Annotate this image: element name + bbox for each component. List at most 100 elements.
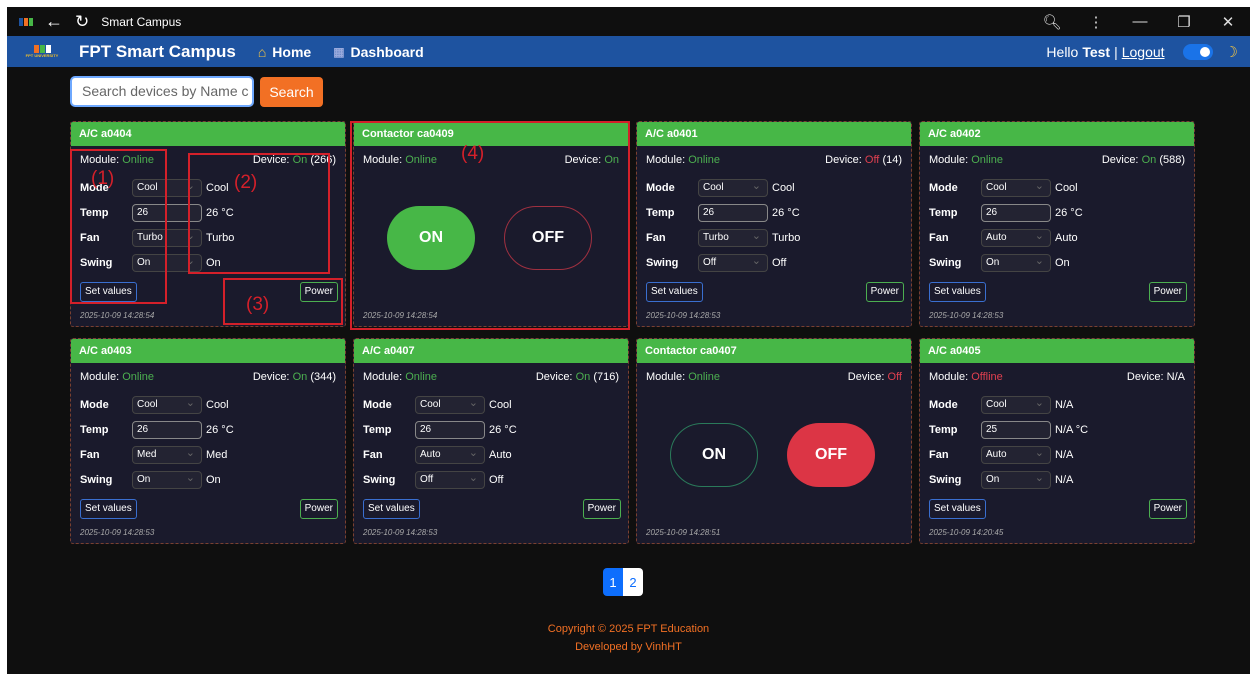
set-values-button[interactable]: Set values — [929, 499, 986, 519]
status-row: Module: Online Device: On (344) — [80, 371, 336, 383]
device-card: A/C a0401 Module: Online Device: Off (14) M… — [636, 121, 912, 327]
device-status-value: On — [292, 371, 308, 383]
mode-value: N/A — [1055, 399, 1074, 411]
power-button[interactable]: Power — [865, 282, 904, 302]
device-status-value: Off — [864, 154, 880, 166]
module-status: Module: Online — [929, 154, 1003, 166]
set-values-button[interactable]: Set values — [929, 282, 986, 302]
search-button[interactable]: Search — [260, 77, 323, 107]
fpt-logo[interactable]: FPT UNIVERSITY — [17, 38, 67, 66]
mode-select[interactable]: Cool — [698, 179, 768, 197]
refresh-icon[interactable]: ↻ — [75, 12, 89, 32]
temp-input[interactable]: 26 — [981, 204, 1051, 222]
power-button[interactable]: Power — [1148, 499, 1187, 519]
temp-input[interactable]: 26 — [132, 421, 202, 439]
contactor-off-button[interactable]: OFF — [787, 423, 875, 487]
fan-value: N/A — [1055, 449, 1074, 461]
module-status-value: Online — [688, 371, 720, 383]
mode-select[interactable]: Cool — [981, 179, 1051, 197]
nav-home-link[interactable]: ⌂ Home — [258, 44, 311, 60]
app-window: ← ↻ Smart Campus 🔍︎ ⋮ — ❐ ✕ FPT UNIVERSI… — [7, 7, 1250, 674]
swing-label: Swing — [80, 474, 113, 486]
swing-select[interactable]: Off — [415, 471, 485, 489]
mode-row: Mode Cool Cool — [929, 179, 1078, 197]
swing-select[interactable]: On — [981, 254, 1051, 272]
annotation-box-3 — [223, 278, 343, 325]
card-title: Contactor ca0407 — [637, 339, 911, 363]
search-input[interactable]: Search devices by Name c — [70, 76, 254, 107]
annotation-label-3: (3) — [246, 294, 270, 315]
logout-link[interactable]: Logout — [1122, 44, 1165, 60]
status-row: Module: Offline Device: N/A — [929, 371, 1185, 383]
temp-row: Temp 26 26 °C — [80, 421, 234, 439]
swing-value: On — [1055, 257, 1070, 269]
swing-select[interactable]: On — [132, 471, 202, 489]
mode-row: Mode Cool Cool — [646, 179, 795, 197]
device-status: Device: Off (14) — [825, 154, 902, 166]
module-status: Module: Online — [646, 154, 720, 166]
theme-toggle[interactable] — [1182, 43, 1213, 60]
title-bar: ← ↻ Smart Campus 🔍︎ ⋮ — ❐ ✕ — [7, 7, 1250, 36]
device-card: A/C a0407 Module: Online Device: On (716) M… — [353, 338, 629, 544]
status-row: Module: Online Device: On (716) — [363, 371, 619, 383]
back-arrow-icon[interactable]: ← — [45, 11, 63, 32]
device-counter: (588) — [1159, 154, 1185, 166]
fan-label: Fan — [929, 449, 949, 461]
timestamp: 2025-10-09 14:28:53 — [363, 528, 438, 537]
mode-select[interactable]: Cool — [132, 396, 202, 414]
status-row: Module: Online Device: Off — [646, 371, 902, 383]
minimize-icon[interactable]: — — [1118, 7, 1162, 36]
temp-label: Temp — [646, 207, 675, 219]
brand-title[interactable]: FPT Smart Campus — [79, 42, 236, 62]
close-icon[interactable]: ✕ — [1206, 7, 1250, 36]
fan-value: Auto — [1055, 232, 1078, 244]
module-status: Module: Offline — [929, 371, 1003, 383]
power-button[interactable]: Power — [582, 499, 621, 519]
temp-row: Temp 26 26 °C — [929, 204, 1083, 222]
more-menu-icon[interactable]: ⋮ — [1074, 7, 1118, 36]
timestamp: 2025-10-09 14:20:45 — [929, 528, 1004, 537]
power-button[interactable]: Power — [1148, 282, 1187, 302]
fan-select[interactable]: Auto — [415, 446, 485, 464]
fan-select[interactable]: Med — [132, 446, 202, 464]
nav-dashboard-link[interactable]: ▦ Dashboard — [333, 44, 423, 60]
footer-copyright: Copyright © 2025 FPT Education — [547, 623, 710, 635]
device-card: A/C a0405 Module: Offline Device: N/A Mode C… — [919, 338, 1195, 544]
set-values-button[interactable]: Set values — [363, 499, 420, 519]
swing-label: Swing — [363, 474, 396, 486]
module-status-value: Online — [122, 371, 154, 383]
swing-row: Swing Off Off — [363, 471, 503, 489]
fan-select[interactable]: Turbo — [698, 229, 768, 247]
temp-input[interactable]: 26 — [698, 204, 768, 222]
dashboard-icon: ▦ — [333, 44, 345, 59]
set-values-button[interactable]: Set values — [646, 282, 703, 302]
contactor-on-button[interactable]: ON — [670, 423, 758, 487]
temp-label: Temp — [929, 207, 958, 219]
temp-input[interactable]: 26 — [415, 421, 485, 439]
fan-select[interactable]: Auto — [981, 229, 1051, 247]
nav-separator: | — [1114, 43, 1118, 60]
card-title: A/C a0401 — [637, 122, 911, 146]
device-status-value: On — [575, 371, 591, 383]
device-status: Device: On (344) — [252, 371, 336, 383]
mode-select[interactable]: Cool — [981, 396, 1051, 414]
set-values-button[interactable]: Set values — [80, 499, 137, 519]
mode-select[interactable]: Cool — [415, 396, 485, 414]
power-button[interactable]: Power — [299, 499, 338, 519]
restore-icon[interactable]: ❐ — [1162, 7, 1206, 36]
status-row: Module: Online Device: Off (14) — [646, 154, 902, 166]
pagination: 1 2 — [603, 568, 643, 596]
temp-input[interactable]: 25 — [981, 421, 1051, 439]
mode-value: Cool — [1055, 182, 1078, 194]
page-2-button[interactable]: 2 — [623, 568, 643, 596]
timestamp: 2025-10-09 14:28:53 — [646, 311, 721, 320]
mode-row: Mode Cool Cool — [363, 396, 512, 414]
mode-value: Cool — [772, 182, 795, 194]
card-title: A/C a0404 — [71, 122, 345, 146]
swing-select[interactable]: On — [981, 471, 1051, 489]
swing-select[interactable]: Off — [698, 254, 768, 272]
fan-select[interactable]: Auto — [981, 446, 1051, 464]
page-1-button[interactable]: 1 — [603, 568, 623, 596]
zoom-icon[interactable]: 🔍︎ — [1030, 7, 1074, 36]
mode-label: Mode — [929, 399, 958, 411]
